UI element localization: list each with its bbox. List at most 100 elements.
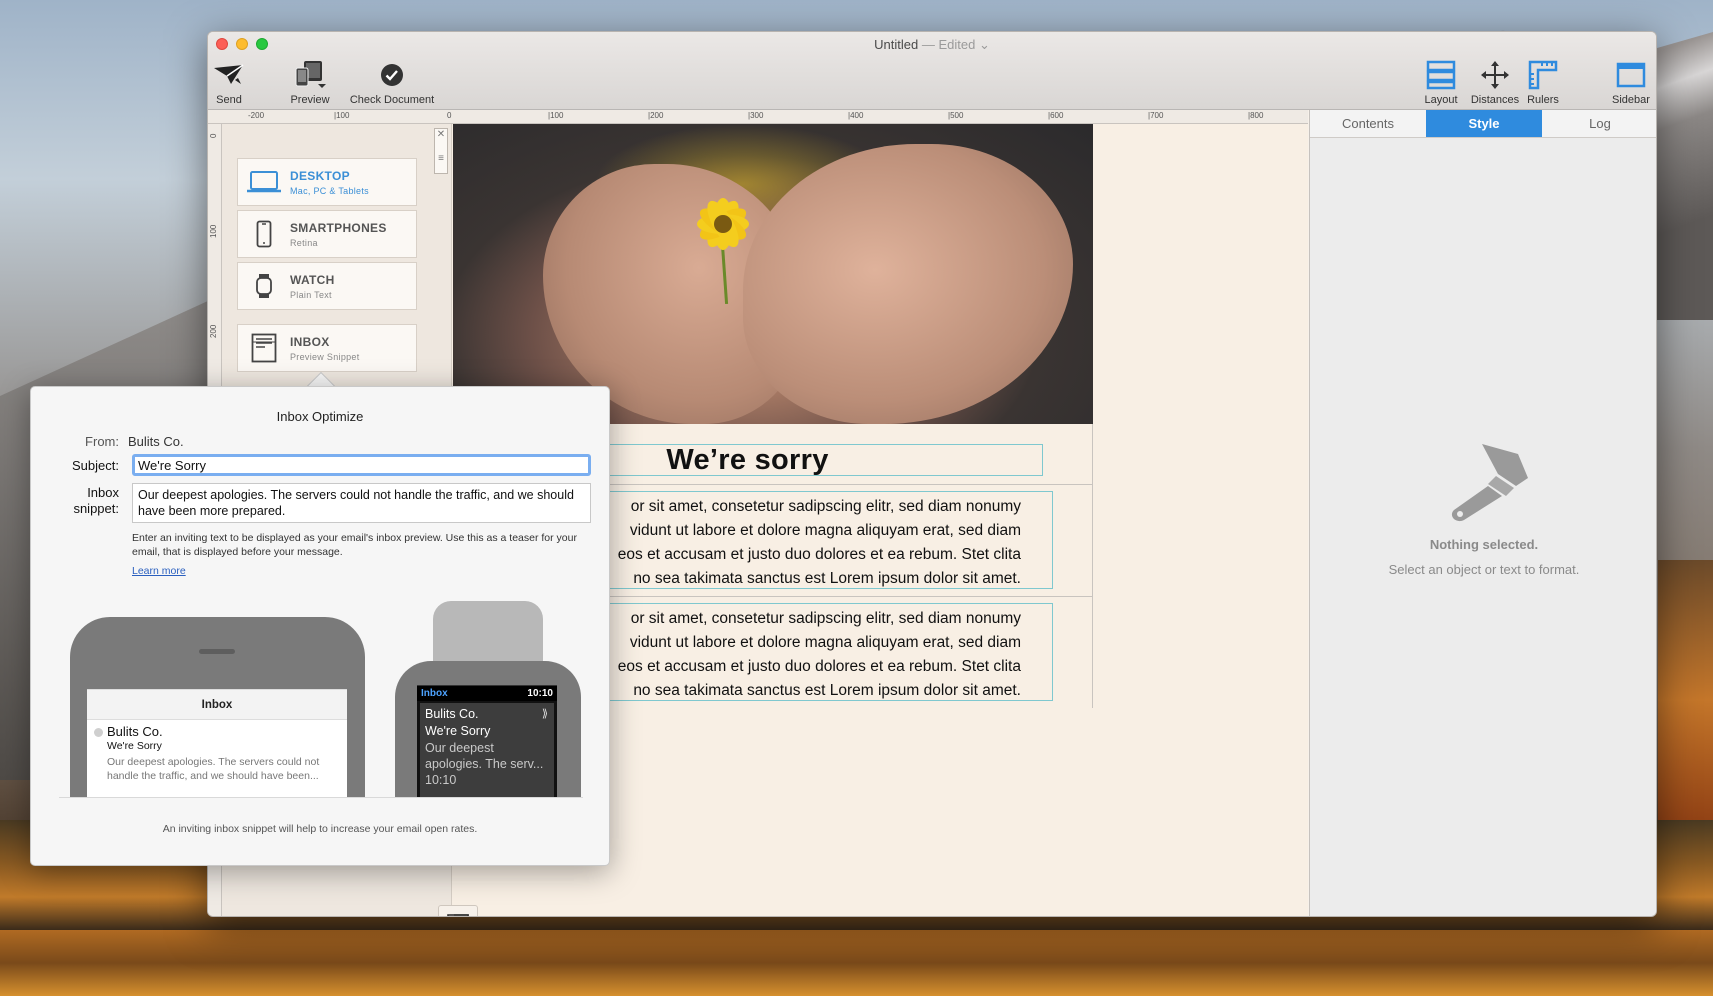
title-chevron-icon: ⌄ xyxy=(978,37,990,52)
subject-row: Subject: xyxy=(31,458,125,473)
send-icon xyxy=(212,58,246,92)
device-desktop-text: DESKTOP Mac, PC & Tablets xyxy=(290,169,369,196)
popover-divider xyxy=(59,797,583,798)
preview-label: Preview xyxy=(290,94,330,106)
ruler-icon xyxy=(1523,58,1563,92)
device-name: DESKTOP xyxy=(290,168,350,183)
ruler-label: |700 xyxy=(1148,111,1164,120)
device-sub: Preview Snippet xyxy=(290,351,360,362)
device-name: WATCH xyxy=(290,272,335,287)
snippet-row: Inbox snippet: xyxy=(31,485,125,517)
ruler-label: |100 xyxy=(334,111,350,120)
inspector-tabs: Contents Style Log xyxy=(1310,110,1656,138)
device-smartphones-text: SMARTPHONES Retina xyxy=(290,221,387,248)
ruler-label: |200 xyxy=(648,111,664,120)
inspector-sidebar: Contents Style Log Nothing selected. Sel… xyxy=(1309,110,1656,916)
window-title[interactable]: Untitled — Edited ⌄ xyxy=(208,37,1656,53)
device-desktop[interactable]: DESKTOP Mac, PC & Tablets xyxy=(237,158,417,206)
layout-label: Layout xyxy=(1424,94,1458,106)
snippet-label-line: Inbox xyxy=(87,485,119,500)
watch-clock: 10:10 xyxy=(527,688,553,699)
snippet-label: Inbox snippet: xyxy=(31,485,125,517)
tab-style[interactable]: Style xyxy=(1426,110,1542,137)
subject-input[interactable] xyxy=(132,454,591,476)
device-smartphones[interactable]: SMARTPHONES Retina xyxy=(237,210,417,258)
watch-chevron-icon: ⟫ xyxy=(541,708,548,720)
watch-band xyxy=(433,601,543,665)
ruler-label: |600 xyxy=(1048,111,1064,120)
ruler-label: 0 xyxy=(447,111,452,120)
ruler-label: -200 xyxy=(248,111,265,120)
laptop-icon xyxy=(238,170,290,194)
snippet-label-line: snippet: xyxy=(73,501,119,516)
edited-status: — Edited xyxy=(921,37,976,52)
ruler-label: |100 xyxy=(548,111,564,120)
device-sub: Retina xyxy=(290,237,318,248)
paintbrush-icon xyxy=(1451,444,1528,522)
ruler-label: 100 xyxy=(209,224,218,238)
phone-preview: Inbox Bulits Co. We're Sorry Our deepest… xyxy=(70,617,365,797)
phone-sender: Bulits Co. xyxy=(107,724,163,739)
layout-button[interactable]: Layout xyxy=(1421,58,1461,106)
watch-icon xyxy=(238,273,290,299)
watch-app-name: Inbox xyxy=(421,688,448,699)
hero-image[interactable] xyxy=(453,124,1093,424)
smartphone-icon xyxy=(238,220,290,248)
phone-screen: Inbox Bulits Co. We're Sorry Our deepest… xyxy=(87,689,347,797)
device-sub: Mac, PC & Tablets xyxy=(290,185,369,196)
panel-close-button[interactable]: ✕ ≡ xyxy=(434,128,448,174)
snippet-input[interactable]: Our deepest apologies. The servers could… xyxy=(132,483,591,523)
device-inbox-text: INBOX Preview Snippet xyxy=(290,335,360,362)
ruler-label: |800 xyxy=(1248,111,1264,120)
rulers-label: Rulers xyxy=(1527,94,1559,106)
from-label: From: xyxy=(85,434,119,449)
layers-icon xyxy=(447,914,469,916)
subject-label: Subject: xyxy=(72,458,119,473)
device-watch-text: WATCH Plain Text xyxy=(290,273,335,300)
from-value: Bulits Co. xyxy=(128,434,184,449)
sidebar-button[interactable]: Sidebar xyxy=(1609,58,1653,106)
phone-speaker xyxy=(199,649,235,654)
rulers-button[interactable]: Rulers xyxy=(1523,58,1563,106)
watch-timestamp: 10:10 xyxy=(425,773,457,787)
check-document-label: Check Document xyxy=(349,94,435,106)
device-name: INBOX xyxy=(290,334,330,349)
inbox-optimize-popover: Inbox Optimize From: Bulits Co. Subject:… xyxy=(30,386,610,866)
canvas-toggle-button[interactable] xyxy=(438,905,478,916)
ruler-label: 0 xyxy=(209,133,218,138)
device-watch[interactable]: WATCH Plain Text xyxy=(237,262,417,310)
device-name: SMARTPHONES xyxy=(290,220,387,235)
inbox-icon xyxy=(238,333,290,363)
device-inbox[interactable]: INBOX Preview Snippet xyxy=(237,324,417,372)
watch-notification: ⟫ Bulits Co. We're Sorry Our deepest apo… xyxy=(420,703,554,797)
watch-status-bar: Inbox 10:10 xyxy=(417,686,557,701)
unread-dot-icon xyxy=(94,728,103,737)
ruler-label: |400 xyxy=(848,111,864,120)
watch-snippet: apologies. The serv... xyxy=(425,757,544,771)
distances-button[interactable]: Distances xyxy=(1470,58,1520,106)
preview-button[interactable]: Preview xyxy=(285,58,335,106)
ruler-label: |500 xyxy=(948,111,964,120)
popover-title: Inbox Optimize xyxy=(276,409,364,424)
ruler-label: |300 xyxy=(748,111,764,120)
watch-preview: Inbox 10:10 ⟫ Bulits Co. We're Sorry Our… xyxy=(395,661,581,797)
from-row: From: Bulits Co. xyxy=(31,434,184,449)
watch-sender: Bulits Co. xyxy=(425,707,479,721)
learn-more-link[interactable]: Learn more xyxy=(132,565,186,577)
watch-snippet: Our deepest xyxy=(425,741,494,755)
checkmark-icon xyxy=(344,58,440,92)
sidebar-label: Sidebar xyxy=(1612,94,1650,106)
tab-log[interactable]: Log xyxy=(1542,110,1656,137)
layout-icon xyxy=(1421,58,1461,92)
send-button[interactable]: Send xyxy=(212,58,246,106)
horizontal-ruler[interactable]: -200 |100 0 |100 |200 |300 |400 |500 |60… xyxy=(208,110,1308,124)
devices-icon xyxy=(285,58,335,92)
flower-icon xyxy=(697,198,749,250)
ruler-label: 200 xyxy=(209,324,218,338)
empty-state-title: Nothing selected. xyxy=(1429,537,1539,552)
tab-contents[interactable]: Contents xyxy=(1310,110,1426,137)
device-sub: Plain Text xyxy=(290,289,332,300)
check-document-button[interactable]: Check Document xyxy=(344,58,440,106)
document-name: Untitled xyxy=(874,37,919,52)
distances-icon xyxy=(1470,58,1520,92)
